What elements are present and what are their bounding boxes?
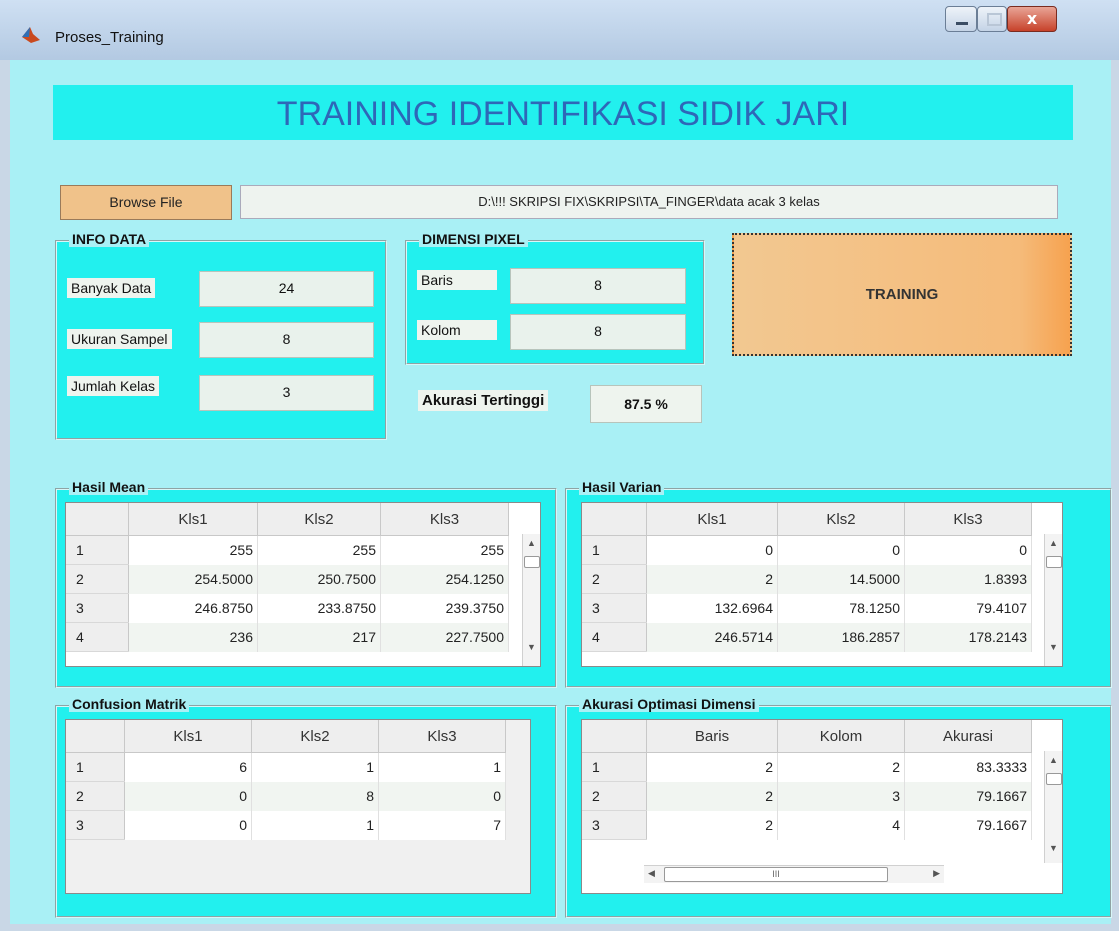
column-header[interactable]: Kls3 (378, 720, 506, 753)
kolom-value: 8 (510, 314, 686, 350)
column-header[interactable]: Kls2 (257, 503, 381, 536)
close-button[interactable]: x (1007, 6, 1057, 32)
confusion-matrix-table[interactable]: Kls1 Kls2 Kls3 1611 2080 3017 (65, 719, 531, 894)
scroll-thumb[interactable] (1046, 773, 1062, 785)
column-header[interactable]: Kls3 (380, 503, 509, 536)
column-header[interactable]: Kls2 (251, 720, 379, 753)
hasil-varian-title: Hasil Varian (579, 479, 665, 495)
scroll-left-icon[interactable]: ◀ (648, 868, 655, 879)
vertical-scrollbar[interactable]: ▲ ▼ (1044, 534, 1062, 666)
scroll-up-icon[interactable]: ▲ (523, 538, 540, 548)
hasil-mean-panel: Hasil Mean Kls1 Kls2 Kls3 1 255 255 255 2 25… (55, 479, 557, 688)
title-bar[interactable]: Proses_Training x (0, 0, 1119, 60)
table-row[interactable]: 2 2 14.5000 1.8393 (582, 564, 1032, 594)
scroll-thumb[interactable] (524, 556, 540, 568)
column-header[interactable]: Kls1 (646, 503, 778, 536)
info-data-panel: INFO DATA Banyak Data 24 Ukuran Sampel 8… (55, 231, 387, 440)
scroll-down-icon[interactable]: ▼ (523, 642, 540, 652)
window-title: Proses_Training (55, 29, 164, 46)
horizontal-scrollbar[interactable]: ◀ III ▶ (644, 865, 944, 883)
confusion-matrix-panel: Confusion Matrik Kls1 Kls2 Kls3 1611 208… (55, 696, 557, 918)
column-header[interactable]: Akurasi (904, 720, 1032, 753)
matlab-icon (22, 27, 40, 43)
scroll-thumb[interactable] (1046, 556, 1062, 568)
page-title: TRAINING IDENTIFIKASI SIDIK JARI (276, 95, 850, 133)
ukuran-sampel-value: 8 (199, 322, 374, 358)
header-banner: TRAINING IDENTIFIKASI SIDIK JARI (53, 85, 1073, 140)
vertical-scrollbar[interactable]: ▲ ▼ (522, 534, 540, 666)
ukuran-sampel-label: Ukuran Sampel (67, 329, 172, 349)
column-header[interactable]: Kls1 (124, 720, 252, 753)
table-row[interactable]: 2 2 3 79.1667 (582, 781, 1032, 811)
table-row[interactable]: 1000 (582, 535, 1032, 565)
maximize-button[interactable] (977, 6, 1007, 32)
banyak-data-label: Banyak Data (67, 278, 156, 298)
column-header[interactable]: Kls1 (128, 503, 258, 536)
scroll-down-icon[interactable]: ▼ (1045, 642, 1062, 652)
akurasi-tertinggi-label: Akurasi Tertinggi (418, 390, 549, 411)
table-row[interactable]: 3 2 4 79.1667 (582, 810, 1032, 840)
table-row[interactable]: 2080 (66, 781, 506, 811)
table-row[interactable]: 4 236 217 227.7500 (66, 622, 509, 652)
column-header[interactable]: Kolom (777, 720, 905, 753)
kolom-label: Kolom (417, 320, 497, 340)
banyak-data-value: 24 (199, 271, 374, 307)
scroll-right-icon[interactable]: ▶ (933, 868, 940, 879)
minimize-icon (956, 22, 968, 25)
jumlah-kelas-label: Jumlah Kelas (67, 376, 160, 396)
table-row[interactable]: 2 254.5000 250.7500 254.1250 (66, 564, 509, 594)
table-row[interactable]: 4 246.5714 186.2857 178.2143 (582, 622, 1032, 652)
dimensi-pixel-panel: DIMENSI PIXEL Baris 8 Kolom 8 (405, 231, 705, 365)
jumlah-kelas-value: 3 (199, 375, 374, 411)
hasil-mean-title: Hasil Mean (69, 479, 149, 495)
close-icon: x (1026, 9, 1038, 28)
browse-file-button[interactable]: Browse File (60, 185, 232, 220)
scroll-up-icon[interactable]: ▲ (1045, 755, 1062, 765)
baris-label: Baris (417, 270, 497, 290)
scroll-up-icon[interactable]: ▲ (1045, 538, 1062, 548)
minimize-button[interactable] (945, 6, 977, 32)
table-row[interactable]: 3 132.6964 78.1250 79.4107 (582, 593, 1032, 623)
dimensi-pixel-title: DIMENSI PIXEL (419, 231, 528, 247)
confusion-matrix-title: Confusion Matrik (69, 696, 190, 712)
column-header[interactable]: Baris (646, 720, 778, 753)
scroll-thumb[interactable]: III (664, 867, 888, 882)
column-header[interactable]: Kls3 (904, 503, 1032, 536)
table-row[interactable]: 1611 (66, 752, 506, 782)
akurasi-tertinggi-value: 87.5 % (590, 385, 702, 423)
scroll-down-icon[interactable]: ▼ (1045, 843, 1062, 853)
table-row[interactable]: 3 246.8750 233.8750 239.3750 (66, 593, 509, 623)
table-row[interactable]: 3017 (66, 810, 506, 840)
hasil-varian-panel: Hasil Varian Kls1 Kls2 Kls3 1000 2 2 14.50… (565, 479, 1112, 688)
maximize-icon (987, 13, 1002, 26)
training-button[interactable]: TRAINING (732, 233, 1072, 356)
hasil-varian-table[interactable]: Kls1 Kls2 Kls3 1000 2 2 14.5000 1.8393 3 132… (581, 502, 1063, 667)
akurasi-optimasi-title: Akurasi Optimasi Dimensi (579, 696, 759, 712)
baris-value: 8 (510, 268, 686, 304)
akurasi-optimasi-table[interactable]: Baris Kolom Akurasi 1 2 2 83.3333 2 2 3 79.166… (581, 719, 1063, 894)
column-header[interactable]: Kls2 (777, 503, 905, 536)
hasil-mean-table[interactable]: Kls1 Kls2 Kls3 1 255 255 255 2 254.5000 250.7… (65, 502, 541, 667)
table-row[interactable]: 1 2 2 83.3333 (582, 752, 1032, 782)
app-window: Proses_Training x TRAINING IDENTIFIKASI … (0, 0, 1119, 931)
figure-area: TRAINING IDENTIFIKASI SIDIK JARI Browse … (10, 60, 1112, 924)
table-row[interactable]: 1 255 255 255 (66, 535, 509, 565)
info-data-title: INFO DATA (69, 231, 150, 247)
akurasi-optimasi-panel: Akurasi Optimasi Dimensi Baris Kolom Aku… (565, 696, 1112, 918)
file-path-field[interactable]: D:\!!! SKRIPSI FIX\SKRIPSI\TA_FINGER\dat… (240, 185, 1058, 219)
vertical-scrollbar[interactable]: ▲ ▼ (1044, 751, 1062, 863)
